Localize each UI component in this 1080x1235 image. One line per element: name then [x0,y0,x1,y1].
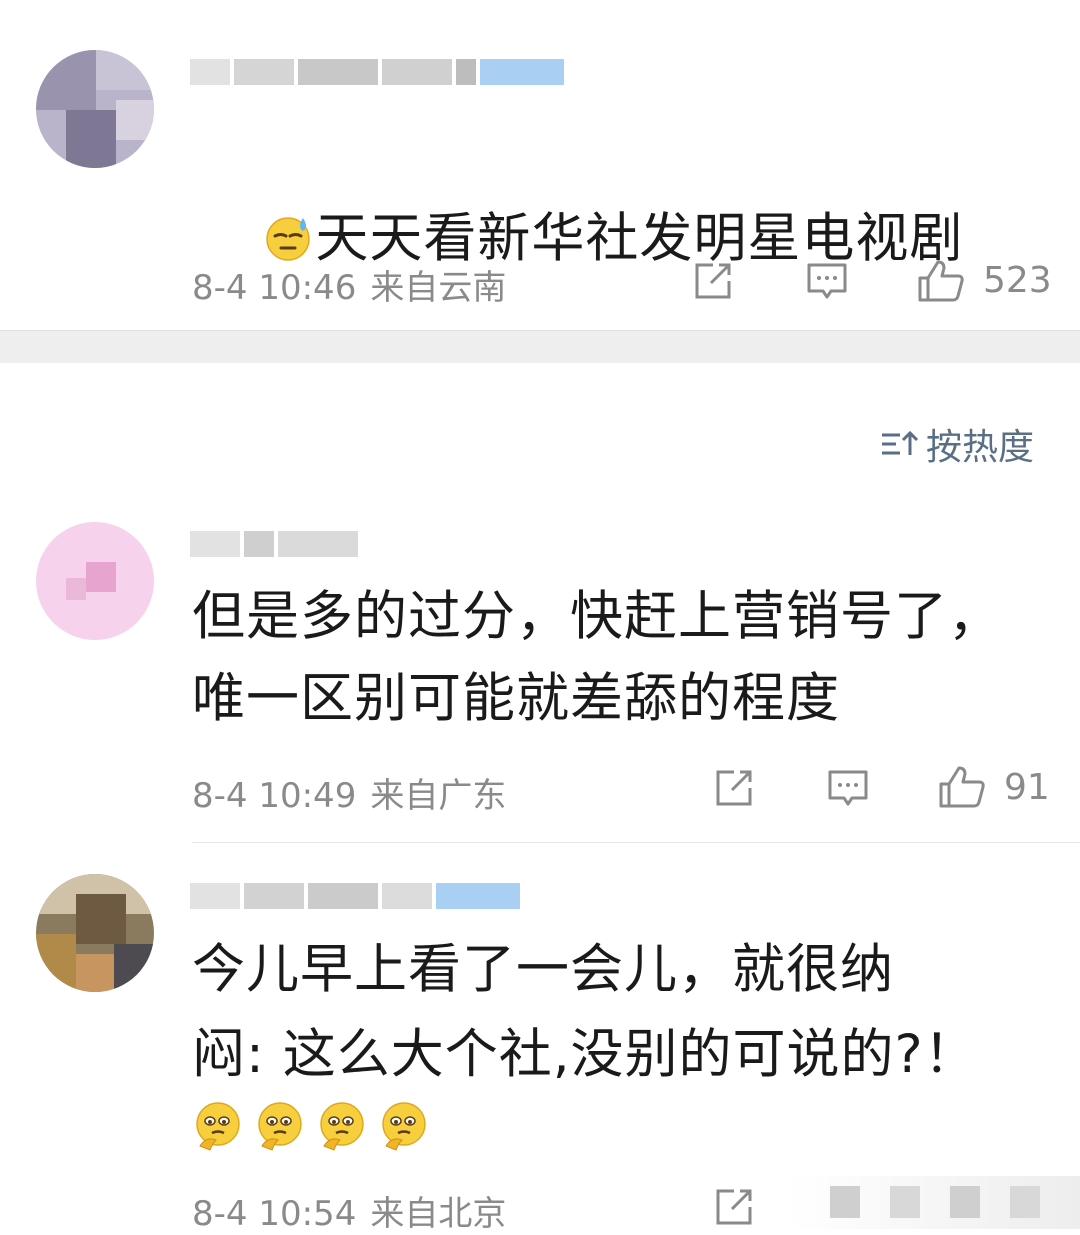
row-divider [192,842,1080,843]
sort-label: 按热度 [925,427,1034,468]
avatar[interactable] [36,522,154,640]
thinking-face-icon [320,1102,364,1151]
comment-text-line-2: 闷: 这么大个社,没别的可说的?！ [192,1024,978,1085]
like-count: 523 [983,260,1052,301]
comment-meta: 8-4 10:54 来自北京 [192,1186,506,1235]
like-icon[interactable] [937,762,987,812]
avatar[interactable] [36,874,154,992]
username[interactable] [190,52,568,92]
section-divider [0,330,1080,363]
sort-icon [881,430,919,455]
avatar[interactable] [36,50,154,168]
location: 来自北京 [370,1194,507,1234]
emoji-row [192,1100,430,1152]
timestamp: 8-4 10:54 [192,1194,357,1234]
comment-text: 天天看新华社发明星电视剧 [192,116,963,362]
thinking-face-icon [196,1102,240,1151]
comment-text-line-1: 今儿早上看了一会儿，就很纳 [192,939,894,1000]
like-count: 91 [1004,767,1050,808]
sweat-face-icon [266,217,311,262]
comment-icon[interactable] [805,259,849,303]
username[interactable] [190,524,362,564]
share-icon[interactable] [712,1185,756,1229]
thinking-face-icon [258,1102,302,1151]
timestamp: 8-4 10:49 [192,776,357,816]
comment-text-line-2: 唯一区别可能就差舔的程度 [192,668,840,729]
timestamp: 8-4 10:46 [192,268,357,308]
watermark-overlay [790,1176,1080,1229]
comment-meta: 8-4 10:46 来自云南 [192,260,506,309]
comment-meta: 8-4 10:49 来自广东 [192,768,506,817]
comment-text-line-1: 但是多的过分，快赶上营销号了， [192,586,1002,647]
sort-by-hot-button[interactable]: 按热度 [880,418,1034,470]
share-icon[interactable] [712,766,756,810]
comment-icon[interactable] [826,766,870,810]
thinking-face-icon [382,1102,426,1151]
username[interactable] [190,876,524,916]
share-icon[interactable] [691,259,735,303]
location: 来自广东 [370,776,507,816]
like-icon[interactable] [916,256,966,306]
location: 来自云南 [370,268,507,308]
